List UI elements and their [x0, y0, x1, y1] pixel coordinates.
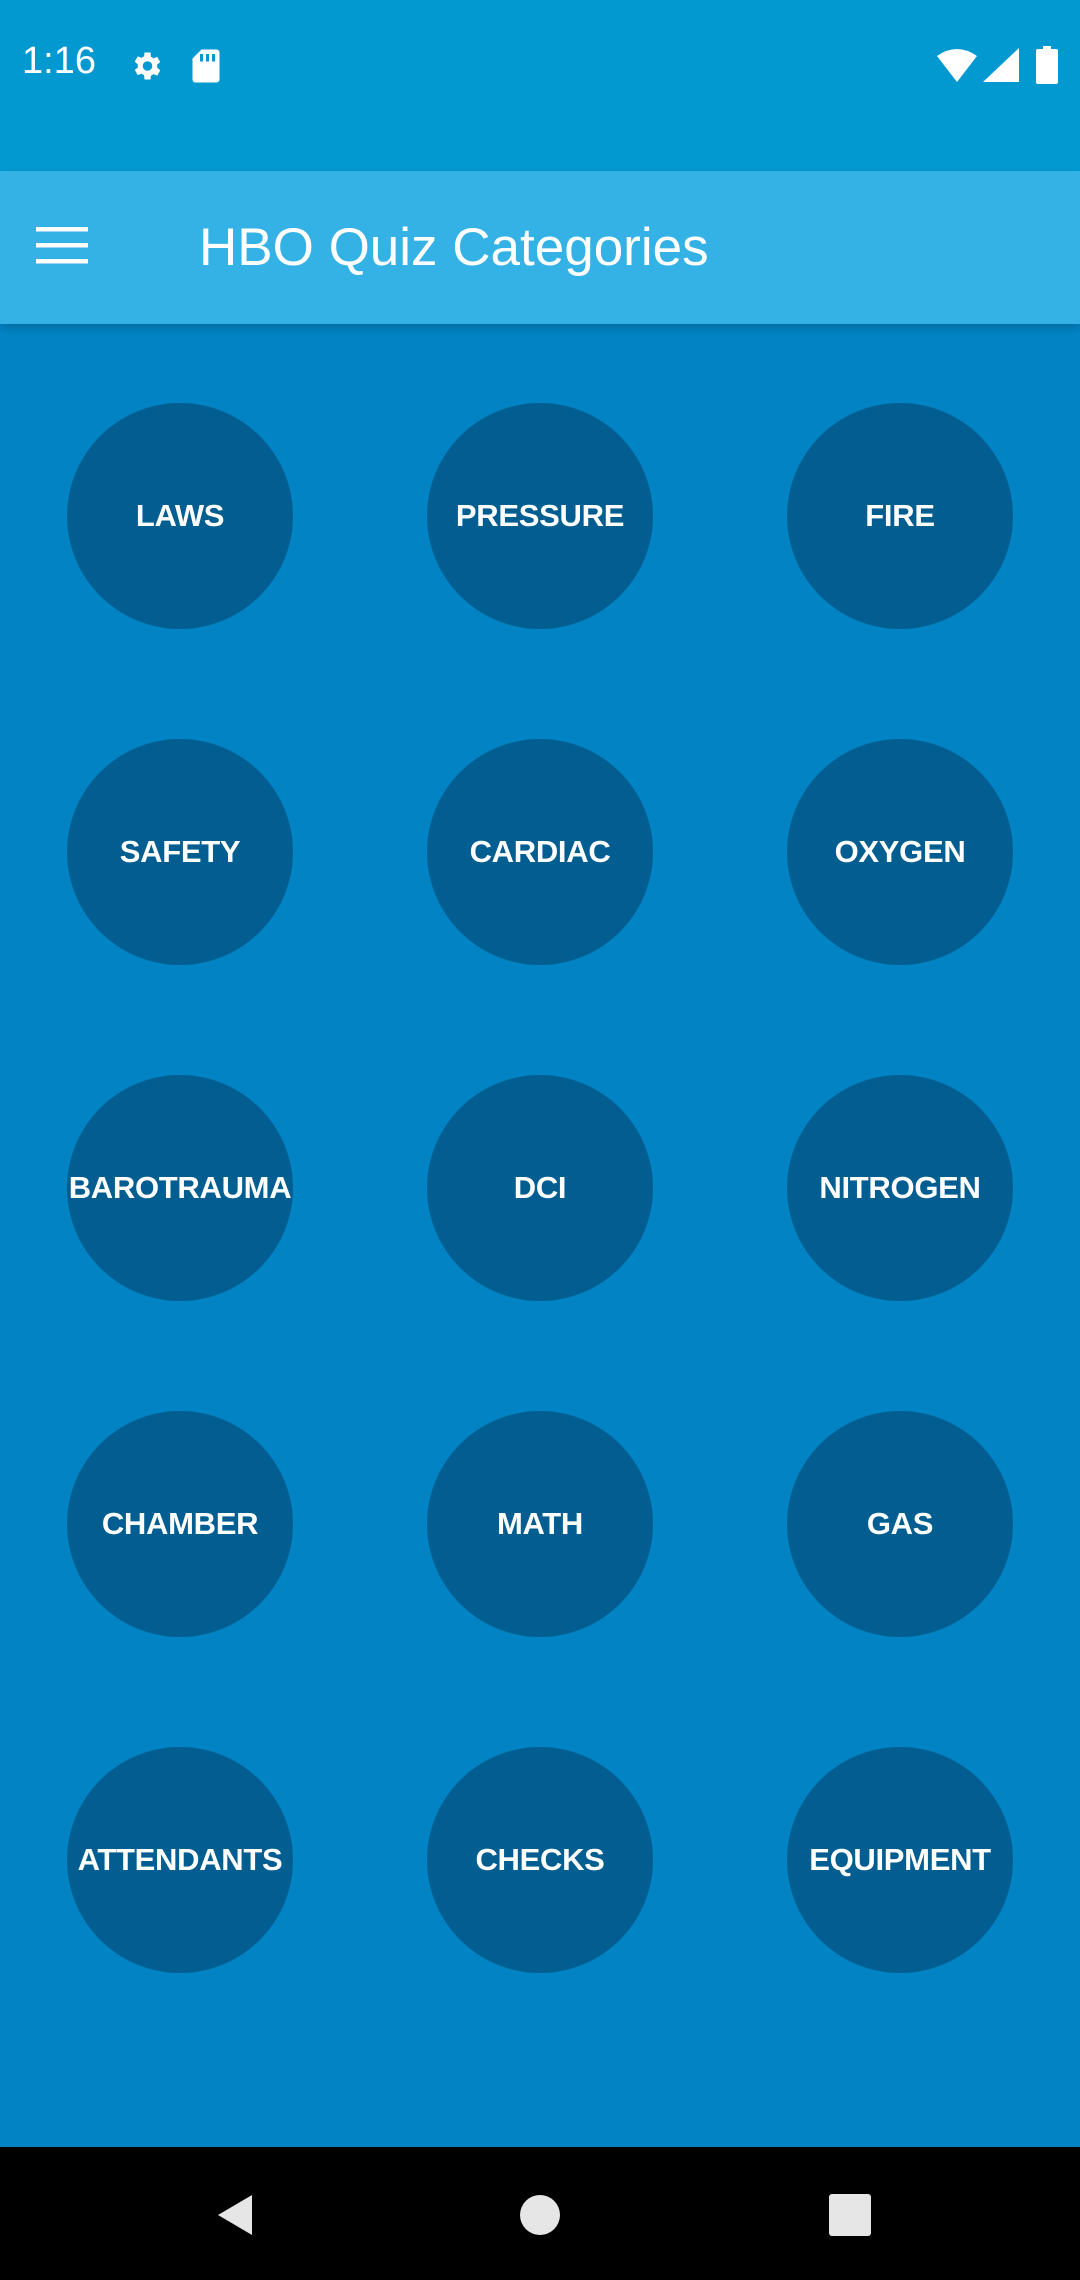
category-button-equipment[interactable]: EQUIPMENT	[787, 1747, 1013, 1973]
category-button-laws[interactable]: LAWS	[67, 403, 293, 629]
back-icon	[218, 2195, 252, 2235]
category-button-oxygen[interactable]: OXYGEN	[787, 739, 1013, 965]
category-label: NITROGEN	[819, 1170, 981, 1205]
category-label: CARDIAC	[469, 834, 611, 869]
page-title: HBO Quiz Categories	[199, 218, 709, 277]
category-label: EQUIPMENT	[809, 1842, 991, 1877]
category-label: GAS	[866, 1506, 934, 1541]
gear-icon	[128, 48, 164, 89]
main-content: LAWS PRESSURE FIRE SAFETY CARDIAC OXYGEN…	[0, 324, 1080, 2147]
category-label: CHECKS	[475, 1842, 605, 1877]
category-button-attendants[interactable]: ATTENDANTS	[67, 1747, 293, 1973]
category-label: BAROTRAUMA	[68, 1170, 292, 1205]
wifi-icon	[937, 48, 977, 87]
category-button-fire[interactable]: FIRE	[787, 403, 1013, 629]
category-button-checks[interactable]: CHECKS	[427, 1747, 653, 1973]
category-button-dci[interactable]: DCI	[427, 1075, 653, 1301]
status-time: 1:16	[22, 40, 96, 82]
battery-icon	[1036, 46, 1058, 89]
category-label: PRESSURE	[455, 498, 625, 533]
category-label: ATTENDANTS	[77, 1842, 283, 1877]
category-button-math[interactable]: MATH	[427, 1411, 653, 1637]
status-bar: 1:16	[0, 0, 1080, 171]
hamburger-menu-icon	[36, 227, 88, 264]
category-label: CHAMBER	[101, 1506, 259, 1541]
category-label: FIRE	[865, 498, 935, 533]
category-label: SAFETY	[119, 834, 241, 869]
category-label: OXYGEN	[834, 834, 966, 869]
category-button-pressure[interactable]: PRESSURE	[427, 403, 653, 629]
category-label: MATH	[496, 1506, 584, 1541]
recents-icon	[829, 2194, 871, 2236]
signal-icon	[983, 48, 1019, 87]
menu-button[interactable]	[36, 211, 116, 283]
category-button-gas[interactable]: GAS	[787, 1411, 1013, 1637]
app-bar: HBO Quiz Categories	[0, 171, 1080, 324]
back-button[interactable]	[196, 2177, 272, 2253]
category-button-nitrogen[interactable]: NITROGEN	[787, 1075, 1013, 1301]
category-button-barotrauma[interactable]: BAROTRAUMA	[67, 1075, 293, 1301]
home-icon	[520, 2195, 560, 2235]
sd-card-icon	[190, 48, 222, 89]
home-button[interactable]	[502, 2177, 578, 2253]
category-label: LAWS	[135, 498, 225, 533]
category-label: DCI	[513, 1170, 567, 1205]
category-button-cardiac[interactable]: CARDIAC	[427, 739, 653, 965]
navigation-bar	[0, 2147, 1080, 2280]
recents-button[interactable]	[812, 2177, 888, 2253]
category-button-chamber[interactable]: CHAMBER	[67, 1411, 293, 1637]
category-button-safety[interactable]: SAFETY	[67, 739, 293, 965]
category-grid: LAWS PRESSURE FIRE SAFETY CARDIAC OXYGEN…	[0, 324, 1080, 2147]
